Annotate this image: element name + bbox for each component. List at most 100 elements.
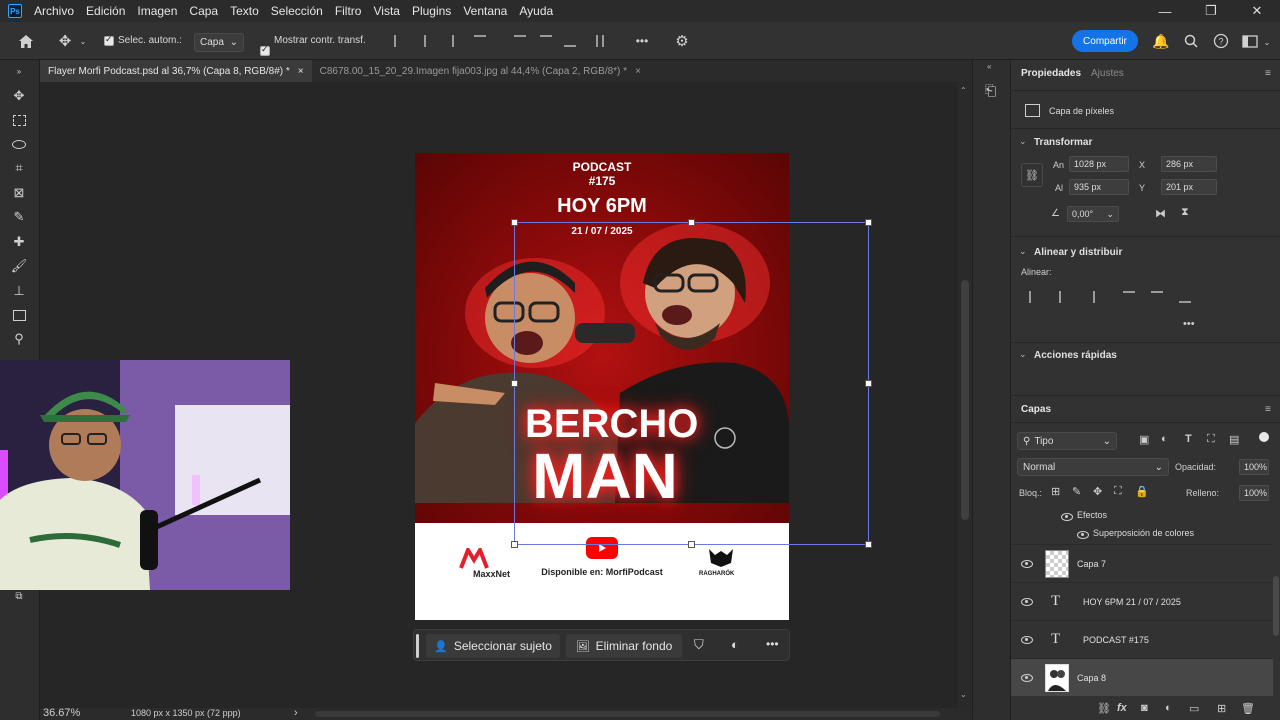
link-icon[interactable]: ⛓ xyxy=(1021,163,1043,187)
layers-scrollbar[interactable] xyxy=(1273,576,1279,636)
eye-icon[interactable] xyxy=(1021,598,1033,606)
menu-texto[interactable]: Texto xyxy=(224,0,265,22)
panel-menu-icon[interactable]: ≡ xyxy=(1265,68,1271,79)
menu-seleccion[interactable]: Selección xyxy=(265,0,329,22)
lock-artboard-icon[interactable]: ⛶ xyxy=(1114,485,1122,498)
zoom-level[interactable]: 36.67% xyxy=(43,707,80,719)
transform-handle[interactable] xyxy=(688,219,695,226)
transform-handle[interactable] xyxy=(511,380,518,387)
align-left-icon[interactable] xyxy=(1029,291,1041,303)
height-field[interactable]: 935 px xyxy=(1069,179,1129,195)
chevron-down-icon[interactable]: ⌄ xyxy=(1262,36,1272,48)
panel-menu-icon[interactable]: ≡ xyxy=(1265,404,1271,415)
align-middle-icon[interactable] xyxy=(1151,291,1163,297)
blend-mode-dropdown[interactable]: Normal⌄ xyxy=(1017,458,1169,476)
magnify-icon[interactable]: ⚲ xyxy=(9,330,29,348)
eyedropper-icon[interactable]: ✎ xyxy=(9,208,29,226)
adjustment-icon[interactable]: ◐ xyxy=(731,637,739,652)
transform-icon[interactable]: ⛉ xyxy=(694,637,704,653)
layer-filter-dropdown[interactable]: ⚲ Tipo ⌄ xyxy=(1017,432,1117,450)
tab-flayer[interactable]: Flayer Morfi Podcast.psd al 36,7% (Capa … xyxy=(40,60,312,82)
align-left-icon[interactable] xyxy=(394,35,406,47)
distribute-horizontal-icon[interactable] xyxy=(596,35,604,47)
more-options-icon[interactable]: ••• xyxy=(630,32,654,50)
close-button[interactable]: ✕ xyxy=(1234,0,1280,22)
new-layer-icon[interactable]: ⊞ xyxy=(1217,702,1226,715)
quick-actions-title[interactable]: Acciones rápidas xyxy=(1034,350,1117,361)
width-field[interactable]: 1028 px xyxy=(1069,156,1129,172)
chevron-down-icon[interactable]: ⌄ xyxy=(78,34,88,48)
align-middle-icon[interactable] xyxy=(540,35,552,41)
move-tool-icon[interactable]: ✥ xyxy=(54,32,76,50)
filter-pixel-icon[interactable]: ▣ xyxy=(1139,433,1149,446)
eye-icon[interactable] xyxy=(1021,560,1033,568)
align-right-icon[interactable] xyxy=(1083,291,1095,303)
transform-handle[interactable] xyxy=(688,541,695,548)
align-center-icon[interactable] xyxy=(420,35,426,47)
transform-handle[interactable] xyxy=(865,541,872,548)
layer-row-selected[interactable]: Capa 8 xyxy=(1011,658,1273,696)
layers-title[interactable]: Capas xyxy=(1021,404,1051,415)
align-section-title[interactable]: Alinear y distribuir xyxy=(1034,247,1122,258)
menu-edicion[interactable]: Edición xyxy=(80,0,131,22)
menu-ayuda[interactable]: Ayuda xyxy=(513,0,559,22)
transform-handle[interactable] xyxy=(511,541,518,548)
align-right-icon[interactable] xyxy=(442,35,454,47)
lock-transparent-icon[interactable]: ⊞ xyxy=(1051,485,1060,498)
eye-icon[interactable] xyxy=(1021,674,1033,682)
align-bottom-icon[interactable] xyxy=(1179,291,1191,303)
drag-handle[interactable] xyxy=(416,634,419,658)
stamp-icon[interactable]: ⊥ xyxy=(9,282,29,300)
filter-shape-icon[interactable]: ⛶ xyxy=(1207,433,1215,446)
chevron-down-icon[interactable]: ⌄ xyxy=(1019,246,1027,257)
menu-ventana[interactable]: Ventana xyxy=(457,0,513,22)
align-bottom-icon[interactable] xyxy=(564,35,576,47)
share-button[interactable]: Compartir xyxy=(1072,30,1138,52)
tab-properties[interactable]: Propiedades xyxy=(1021,68,1081,79)
home-icon[interactable] xyxy=(16,32,36,50)
marquee-tool-icon[interactable] xyxy=(9,111,29,129)
fill-field[interactable]: 100% xyxy=(1239,485,1269,501)
align-top-icon[interactable] xyxy=(1123,291,1135,303)
layer-row[interactable]: T HOY 6PM 21 / 07 / 2025 xyxy=(1011,582,1273,620)
link-icon[interactable]: ⛓ xyxy=(1097,702,1111,715)
chevron-down-icon[interactable]: ⌄ xyxy=(1019,349,1027,360)
eye-icon[interactable] xyxy=(1061,513,1073,521)
scroll-down-icon[interactable]: ⌄ xyxy=(960,690,967,699)
frame-tool-icon[interactable]: ⊠ xyxy=(9,184,29,202)
scrollbar-thumb[interactable] xyxy=(961,280,969,520)
lock-all-icon[interactable]: 🔒 xyxy=(1135,485,1149,498)
menu-vista[interactable]: Vista xyxy=(367,0,405,22)
close-icon[interactable]: × xyxy=(298,66,304,77)
gear-icon[interactable]: ⚙ xyxy=(672,32,692,50)
collapse-icon[interactable]: « xyxy=(987,62,991,71)
tab-adjustments[interactable]: Ajustes xyxy=(1091,68,1124,79)
filter-adjustment-icon[interactable]: ◐ xyxy=(1161,433,1168,445)
menu-capa[interactable]: Capa xyxy=(183,0,224,22)
search-icon[interactable] xyxy=(1182,32,1200,50)
help-icon[interactable]: ? xyxy=(1212,32,1230,50)
more-options-icon[interactable]: ••• xyxy=(1183,318,1195,330)
horizontal-scrollbar[interactable] xyxy=(315,711,940,717)
eye-icon[interactable] xyxy=(1021,636,1033,644)
filter-smart-icon[interactable]: ▤ xyxy=(1229,433,1239,446)
tab-imagen-fija[interactable]: C8678.00_15_20_29.Imagen fija003.jpg al … xyxy=(312,60,649,82)
move-tool-icon[interactable]: ✥ xyxy=(9,87,29,105)
show-transform-checkbox[interactable] xyxy=(260,46,270,56)
menu-plugins[interactable]: Plugins xyxy=(406,0,457,22)
x-field[interactable]: 286 px xyxy=(1161,156,1217,172)
history-icon[interactable]: ⎗ xyxy=(985,82,996,99)
distribute-icon[interactable] xyxy=(474,35,486,47)
trash-icon[interactable]: 🗑 xyxy=(1241,702,1255,715)
filter-type-icon[interactable]: T xyxy=(1185,433,1192,445)
select-subject-button[interactable]: 👤 Seleccionar sujeto xyxy=(426,634,560,658)
close-icon[interactable]: × xyxy=(635,66,641,77)
auto-select-checkbox[interactable] xyxy=(104,36,114,46)
lasso-tool-icon[interactable] xyxy=(9,135,29,153)
angle-field[interactable]: 0,00°⌄ xyxy=(1067,206,1119,222)
opacity-field[interactable]: 100% xyxy=(1239,459,1269,475)
menu-imagen[interactable]: Imagen xyxy=(131,0,183,22)
menu-archivo[interactable]: Archivo xyxy=(28,0,80,22)
chevron-down-icon[interactable]: ⌄ xyxy=(1019,136,1027,147)
flip-vertical-icon[interactable]: ⧗ xyxy=(1181,206,1189,219)
